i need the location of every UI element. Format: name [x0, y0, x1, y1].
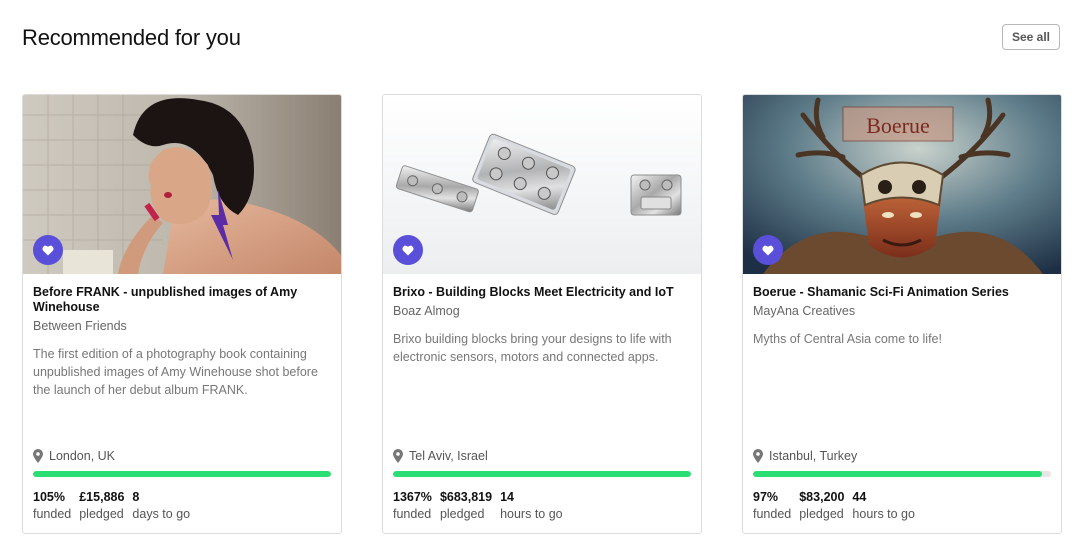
project-location[interactable]: Tel Aviv, Israel [393, 449, 488, 463]
location-label: Tel Aviv, Israel [409, 449, 488, 463]
funded-label: funded [393, 507, 432, 521]
location-label: London, UK [49, 449, 116, 463]
project-location[interactable]: Istanbul, Turkey [753, 449, 857, 463]
save-project-button[interactable] [393, 235, 423, 265]
time-left-label: days to go [132, 507, 191, 521]
project-title[interactable]: Before FRANK - unpublished images of Amy… [33, 285, 323, 315]
time-left-value: 44 [852, 490, 867, 504]
project-card[interactable]: Before FRANK - unpublished images of Amy… [22, 94, 342, 534]
pledged-value: £15,886 [79, 490, 125, 504]
time-left-value: 8 [132, 490, 140, 504]
project-image[interactable] [383, 95, 701, 274]
artwork-title-text: Boerue [866, 113, 930, 138]
pledged-label: pledged [439, 507, 485, 521]
project-description: Brixo building blocks bring your designs… [393, 332, 672, 364]
see-all-button[interactable]: See all [1002, 24, 1060, 50]
project-stats: 97% funded $83,200 pledged 44 hours to go [753, 489, 915, 523]
project-location[interactable]: London, UK [33, 449, 115, 463]
project-stats: 1367% funded $683,819 pledged 14 hours to g… [393, 489, 563, 523]
funding-progress-bar [33, 471, 331, 477]
time-left-label: hours to go [500, 507, 563, 521]
heart-icon [402, 245, 414, 255]
funded-value: 105% [33, 490, 65, 504]
funding-progress-fill [393, 471, 691, 477]
location-label: Istanbul, Turkey [769, 449, 858, 463]
pledged-label: pledged [799, 507, 844, 521]
funded-value: 1367% [393, 490, 432, 504]
pledged-value: $83,200 [799, 490, 845, 504]
project-image[interactable]: Boerue [743, 95, 1061, 274]
location-pin-icon [393, 449, 403, 463]
project-image[interactable] [23, 95, 341, 274]
project-title[interactable]: Boerue - Shamanic Sci-Fi Animation Serie… [753, 285, 1043, 300]
pledged-label: pledged [79, 507, 124, 521]
funding-progress-bar [753, 471, 1051, 477]
project-description: Myths of Central Asia come to life! [753, 332, 942, 346]
time-left-label: hours to go [852, 507, 915, 521]
funding-progress-fill [33, 471, 331, 477]
location-pin-icon [33, 449, 43, 463]
project-stats: 105% funded £15,886 pledged 8 days to go [33, 489, 190, 523]
location-pin-icon [753, 449, 763, 463]
funded-label: funded [33, 507, 72, 521]
project-description: The first edition of a photography book … [33, 347, 318, 397]
project-creator[interactable]: Between Friends [33, 319, 323, 333]
project-card[interactable]: Boerue Boerue - Shamanic Sci-Fi Animatio… [742, 94, 1062, 534]
save-project-button[interactable] [33, 235, 63, 265]
heart-icon [42, 245, 54, 255]
project-title[interactable]: Brixo - Building Blocks Meet Electricity… [393, 285, 683, 300]
funded-value: 97% [753, 490, 779, 504]
time-left-value: 14 [500, 490, 514, 504]
funded-label: funded [753, 507, 792, 521]
project-creator[interactable]: Boaz Almog [393, 304, 683, 318]
funding-progress-fill [753, 471, 1043, 477]
save-project-button[interactable] [753, 235, 783, 265]
pledged-value: $683,819 [439, 490, 493, 504]
section-title: Recommended for you [22, 25, 241, 50]
project-card[interactable]: Brixo - Building Blocks Meet Electricity… [382, 94, 702, 534]
project-creator[interactable]: MayAna Creatives [753, 304, 1043, 318]
heart-icon [762, 245, 774, 255]
funding-progress-bar [393, 471, 691, 477]
